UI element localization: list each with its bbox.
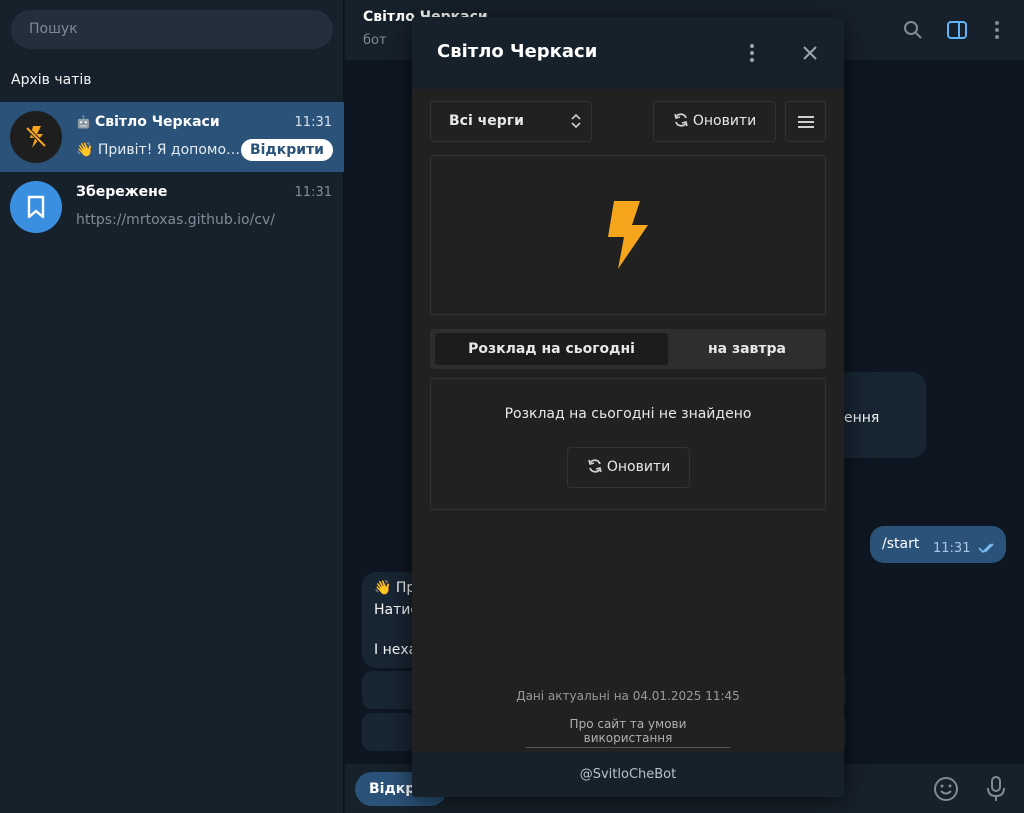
message-text: 👋 Пр bbox=[374, 580, 416, 596]
queue-select-value: Всі черги bbox=[449, 113, 524, 129]
more-menu-icon[interactable] bbox=[985, 18, 1009, 42]
chat-name: Збережене bbox=[76, 184, 168, 200]
about-link[interactable]: Про сайт та умови використання bbox=[526, 717, 730, 748]
chat-item-svitlo[interactable]: 🤖 Світло Черкаси 11:31 👋 Привіт! Я допомо… bbox=[0, 102, 344, 172]
message-text: І неха bbox=[374, 642, 418, 658]
refresh-icon bbox=[588, 458, 602, 473]
refresh-button[interactable]: Оновити bbox=[567, 447, 690, 488]
chat-time: 11:31 bbox=[294, 185, 332, 200]
double-check-icon bbox=[978, 543, 994, 554]
more-menu-icon[interactable] bbox=[740, 41, 764, 65]
message-text: ення bbox=[844, 410, 880, 426]
empty-schedule-message: Розклад на сьогодні не знайдено bbox=[504, 406, 752, 422]
refresh-label: Оновити bbox=[606, 459, 671, 475]
chat-preview: 👋 Привіт! Я допомож... bbox=[76, 142, 246, 158]
chat-list-sidebar: Пошук Архів чатів 🤖 Світло Черкаси 11:31 … bbox=[0, 0, 344, 813]
close-icon[interactable] bbox=[798, 41, 822, 65]
mini-app-window: Світло Черкаси Всі черги Оновити Розклад… bbox=[412, 17, 844, 797]
avatar bbox=[10, 181, 62, 233]
message-text: /start bbox=[882, 536, 920, 552]
schedule-panel: Розклад на сьогодні не знайдено Оновити bbox=[430, 378, 826, 510]
hamburger-menu-button[interactable] bbox=[785, 101, 826, 142]
chat-time: 11:31 bbox=[294, 115, 332, 130]
lightning-icon bbox=[608, 201, 648, 269]
hamburger-icon bbox=[797, 115, 814, 128]
microphone-icon[interactable] bbox=[985, 775, 1007, 807]
archive-title: Архів чатів bbox=[11, 72, 92, 88]
lightning-off-icon bbox=[25, 126, 47, 148]
queue-select[interactable]: Всі черги bbox=[430, 101, 592, 142]
chat-preview: https://mrtoxas.github.io/cv/ bbox=[76, 212, 276, 228]
data-updated-text: Дані актуальні на 04.01.2025 11:45 bbox=[516, 689, 740, 703]
tab-tomorrow[interactable]: на завтра bbox=[668, 333, 826, 365]
tab-today[interactable]: Розклад на сьогодні bbox=[435, 333, 668, 365]
open-app-button[interactable]: Відкрити bbox=[240, 139, 333, 161]
refresh-icon bbox=[674, 112, 688, 127]
message-outgoing: /start 11:31 bbox=[870, 526, 1006, 563]
bot-username: @SvitloCheBot bbox=[412, 752, 844, 797]
select-arrows-icon bbox=[571, 113, 581, 129]
mini-app-header: Світло Черкаси bbox=[412, 17, 844, 89]
chat-name: Світло Черкаси bbox=[94, 114, 220, 130]
mini-app-title: Світло Черкаси bbox=[437, 41, 598, 62]
message-time: 11:31 bbox=[933, 541, 971, 556]
chat-item-saved[interactable]: Збережене 11:31 https://mrtoxas.github.i… bbox=[0, 172, 344, 242]
chat-subtitle: бот bbox=[363, 33, 387, 48]
avatar bbox=[10, 111, 62, 163]
bot-icon: 🤖 bbox=[76, 115, 91, 129]
logo-panel bbox=[430, 155, 826, 315]
search-input[interactable]: Пошук bbox=[11, 10, 333, 49]
search-icon[interactable] bbox=[901, 18, 925, 42]
refresh-button[interactable]: Оновити bbox=[653, 101, 776, 142]
schedule-tabs: Розклад на сьогодні на завтра bbox=[430, 329, 826, 369]
bookmark-icon bbox=[27, 195, 45, 219]
refresh-label: Оновити bbox=[692, 113, 757, 129]
sidebar-toggle-icon[interactable] bbox=[945, 18, 969, 42]
emoji-icon[interactable] bbox=[933, 776, 959, 806]
